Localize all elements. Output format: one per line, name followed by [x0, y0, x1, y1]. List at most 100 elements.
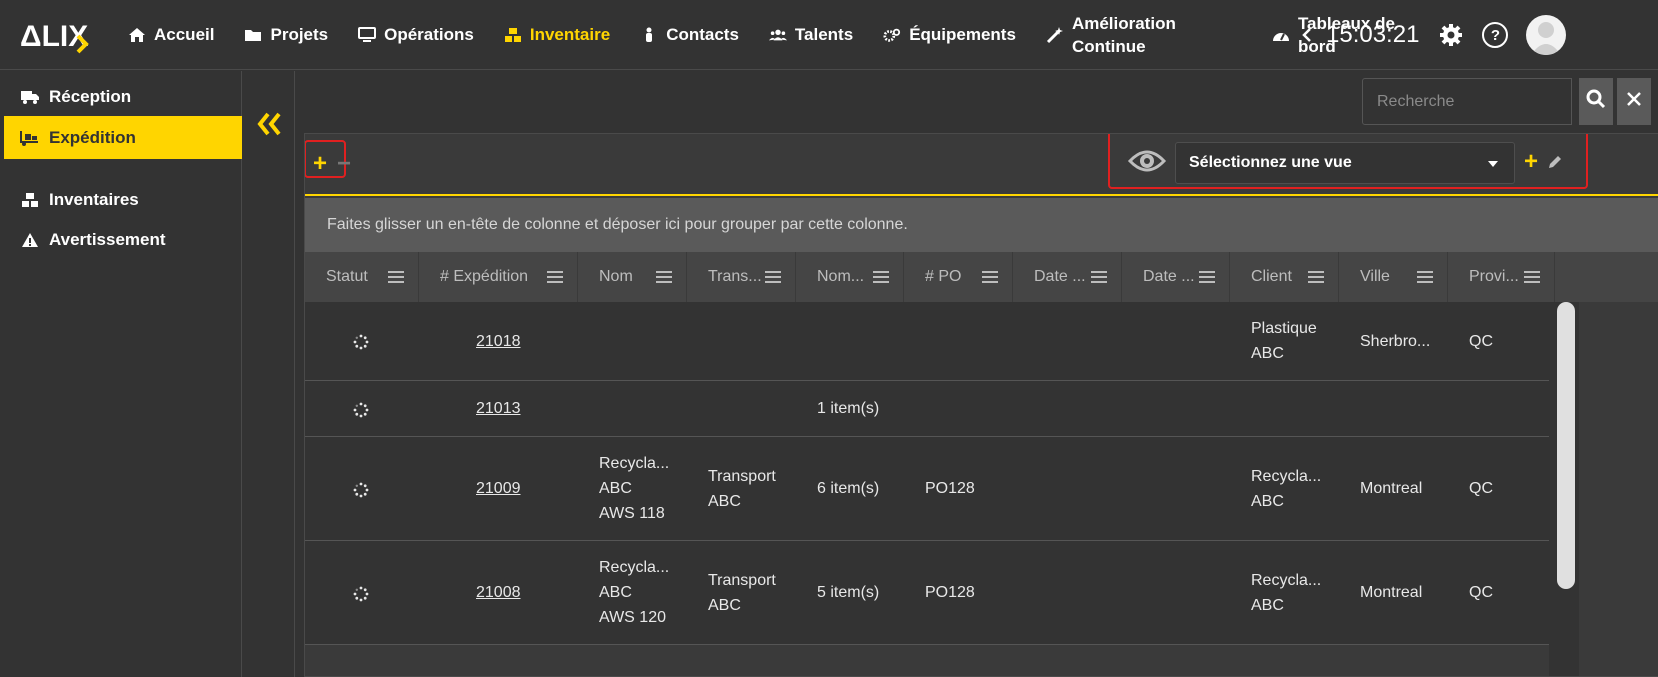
column-header[interactable]: Date ...: [1122, 252, 1230, 302]
cell-text: Sherbro...: [1360, 332, 1431, 350]
column-menu-icon[interactable]: [982, 270, 998, 284]
column-header[interactable]: # PO: [904, 252, 1013, 302]
nav-item-accueil[interactable]: Accueil: [128, 25, 214, 45]
truck-icon: [20, 88, 40, 106]
main-content: Recherche + − Sélectionnez une vue + Fai…: [296, 71, 1658, 677]
nav-item-contacts[interactable]: Contacts: [640, 25, 739, 45]
cell-nom: Recycla... ABC AWS 118: [578, 437, 687, 540]
add-row-button[interactable]: +: [313, 152, 327, 176]
table-row[interactable]: 21013 1 item(s): [305, 381, 1549, 437]
sidebar-item-expedition[interactable]: Expédition: [4, 116, 242, 159]
column-menu-icon[interactable]: [1199, 270, 1215, 284]
cubes-icon: [20, 191, 40, 209]
search-input[interactable]: Recherche: [1362, 78, 1572, 125]
cell-nom: [578, 381, 687, 436]
monitor-icon: [358, 26, 377, 44]
cell-nom: Recycla... ABC AWS 120: [578, 541, 687, 644]
grid-toolbar: + − Sélectionnez une vue +: [305, 134, 1658, 196]
expedition-link[interactable]: 21018: [476, 329, 521, 354]
cell-nom: [578, 302, 687, 380]
group-by-hint[interactable]: Faites glisser un en-tête de colonne et …: [305, 198, 1658, 252]
cell-transport: Transport ABC: [687, 541, 796, 644]
expedition-grid: + − Sélectionnez une vue + Faites glisse…: [304, 133, 1658, 677]
cubes-icon: [504, 26, 522, 44]
column-header-label: Nom: [599, 268, 633, 285]
cell-po: PO128: [904, 437, 1013, 540]
column-header[interactable]: Nom: [578, 252, 687, 302]
clear-search-button[interactable]: [1617, 78, 1651, 125]
cell-text: Montreal: [1360, 480, 1423, 497]
remove-row-button[interactable]: −: [337, 152, 351, 176]
spinner-icon: [353, 401, 369, 417]
cell-province: QC: [1448, 541, 1555, 644]
search-button[interactable]: [1579, 78, 1613, 125]
view-select[interactable]: Sélectionnez une vue: [1175, 142, 1515, 184]
cell-client: [1230, 381, 1339, 436]
sidebar-item-inventaires[interactable]: Inventaires: [4, 178, 242, 221]
cell-text: 1 item(s): [817, 400, 880, 417]
cell-text: Transport ABC: [708, 571, 776, 614]
cell-text: Plastique ABC: [1251, 320, 1317, 362]
column-menu-icon[interactable]: [1091, 270, 1107, 284]
column-menu-icon[interactable]: [1417, 270, 1433, 284]
cell-province: QC: [1448, 302, 1555, 380]
nav-item-inventaire[interactable]: Inventaire: [504, 25, 610, 45]
column-menu-icon[interactable]: [547, 270, 563, 284]
avatar[interactable]: [1526, 15, 1567, 55]
sidebar-item-reception[interactable]: Réception: [4, 75, 242, 118]
pencil-icon[interactable]: [1546, 153, 1564, 171]
help-button[interactable]: ?: [1482, 22, 1509, 48]
person-icon: [640, 26, 658, 44]
nav-item-label: Accueil: [154, 25, 215, 44]
table-row[interactable]: 21018 Plastique ABC Sherbro... QC: [305, 302, 1549, 381]
cell-expedition: 21013: [419, 381, 578, 436]
column-header[interactable]: Provi...: [1448, 252, 1555, 302]
column-menu-icon[interactable]: [1524, 270, 1540, 284]
column-menu-icon[interactable]: [656, 270, 672, 284]
collapse-sidebar-button[interactable]: [255, 109, 285, 139]
cell-expedition: 21009: [419, 437, 578, 540]
expedition-link[interactable]: 21013: [476, 396, 521, 421]
empty-cell: [1122, 381, 1230, 436]
column-menu-icon[interactable]: [388, 270, 404, 284]
nav-item-projets[interactable]: Projets: [244, 25, 328, 45]
add-view-button[interactable]: +: [1524, 150, 1538, 174]
column-header[interactable]: Nom...: [796, 252, 904, 302]
chevron-left-icon[interactable]: [1302, 25, 1316, 45]
expedition-link[interactable]: 21008: [476, 580, 521, 605]
eye-icon[interactable]: [1127, 146, 1167, 176]
table-row[interactable]: 21009 Recycla... ABC AWS 118 Transport ABC…: [305, 437, 1549, 541]
column-header[interactable]: Date ...: [1013, 252, 1122, 302]
sidebar: Réception Expédition Inventaires Avertis…: [0, 71, 242, 677]
gear-icon[interactable]: [1439, 23, 1463, 47]
sidebar-item-avertissement[interactable]: Avertissement: [4, 218, 242, 261]
column-menu-icon[interactable]: [873, 270, 889, 284]
column-header[interactable]: Client: [1230, 252, 1339, 302]
cell-nom_items: 5 item(s): [796, 541, 904, 644]
main-nav: Accueil Projets Opérations Inventaire Co…: [128, 0, 1428, 70]
column-menu-icon[interactable]: [1308, 270, 1324, 284]
alix-logo[interactable]: ΔLIX: [20, 18, 96, 56]
nav-item-equipements[interactable]: Équipements: [883, 25, 1016, 45]
column-header-label: Provi...: [1469, 268, 1519, 285]
cell-text: Recycla... ABC AWS 120: [599, 559, 670, 626]
nav-item-operations[interactable]: Opérations: [358, 25, 474, 45]
column-header[interactable]: Statut: [305, 252, 419, 302]
column-header[interactable]: # Expédition: [419, 252, 578, 302]
column-menu-icon[interactable]: [765, 270, 781, 284]
column-header[interactable]: Trans...: [687, 252, 796, 302]
nav-item-talents[interactable]: Talents: [768, 25, 853, 45]
close-icon: [1626, 91, 1642, 112]
scrollbar-thumb[interactable]: [1557, 302, 1575, 589]
empty-cell: [1122, 541, 1230, 644]
nav-item-amelioration-continue[interactable]: Amélioration Continue: [1046, 12, 1192, 58]
expedition-link[interactable]: 21009: [476, 476, 521, 501]
column-header[interactable]: Ville: [1339, 252, 1448, 302]
table-row[interactable]: 21008 Recycla... ABC AWS 120 Transport ABC…: [305, 541, 1549, 645]
cell-text: PO128: [925, 480, 975, 497]
cell-province: QC: [1448, 437, 1555, 540]
cell-client: Plastique ABC: [1230, 302, 1339, 380]
grid-body: 21018 Plastique ABC Sherbro... QC 21013 1 ite…: [305, 302, 1658, 676]
search-icon: [1586, 89, 1606, 114]
cell-po: [904, 381, 1013, 436]
